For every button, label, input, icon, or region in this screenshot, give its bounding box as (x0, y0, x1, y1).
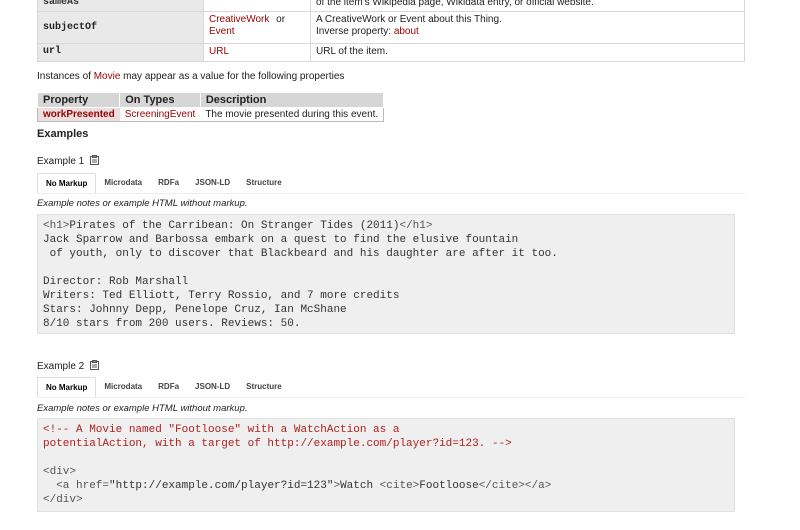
property-cell[interactable]: sameAs (37, 0, 204, 12)
property-link-workpresented[interactable]: workPresented (37, 107, 120, 122)
code-token: Watch (340, 480, 380, 492)
code-token: </a> (524, 480, 552, 492)
property-cell[interactable]: url (37, 43, 204, 62)
tab-no-markup[interactable]: No Markup (37, 173, 97, 193)
example-1-code[interactable]: <h1>Pirates of the Carribean: On Strange… (37, 214, 735, 334)
column-header-on-types: On Types (119, 92, 201, 108)
description-cell: of the item's Wikipedia page, Wikidata e… (310, 0, 745, 12)
tab-microdata[interactable]: Microdata (96, 173, 150, 193)
code-token: <cite> (379, 480, 420, 492)
code-token: "http://example.com/player?id=123" (109, 480, 334, 492)
property-link[interactable]: subjectOf (43, 22, 97, 33)
type-link-screeningevent[interactable]: ScreeningEvent (119, 107, 201, 122)
column-header-property: Property (36, 92, 121, 108)
clipboard-icon[interactable] (90, 155, 100, 165)
or-text: or (276, 14, 286, 25)
description-text: A CreativeWork or Event about this Thing… (316, 14, 502, 25)
property-cell[interactable]: subjectOf (37, 11, 204, 44)
example-1-notes: Example notes or example HTML without ma… (37, 198, 248, 209)
example-1-title: Example 1 (37, 155, 100, 167)
type-link-event[interactable]: Event (209, 26, 235, 37)
thing-properties-table: sameAs of the item's Wikipedia page, Wik… (37, 0, 745, 62)
instances-suffix: may appear as a value for the following … (120, 71, 345, 82)
code-token: <h1> (43, 220, 70, 232)
tab-no-markup[interactable]: No Markup (37, 377, 97, 397)
types-cell: URL (203, 43, 311, 62)
code-token: </div> (43, 494, 83, 506)
property-link[interactable]: sameAs (43, 0, 79, 8)
instances-prefix: Instances of (37, 71, 94, 82)
table-row: workPresented ScreeningEvent The movie p… (37, 107, 384, 122)
inverse-label: Inverse property: (316, 26, 394, 37)
type-link-url[interactable]: URL (209, 46, 229, 57)
example-2-title: Example 2 (37, 360, 100, 372)
types-cell: CreativeWork or Event (203, 11, 311, 44)
code-token: <div> (43, 466, 77, 478)
description-cell: The movie presented during this event. (200, 107, 384, 122)
tab-structure[interactable]: Structure (238, 377, 290, 397)
example-2-code[interactable]: <!-- A Movie named "Footloose" with a Wa… (37, 418, 735, 512)
code-line: Jack Sparrow and Barbossa embark on a qu… (43, 234, 519, 246)
code-comment: potentialAction, with a target of http:/… (43, 438, 512, 450)
code-line: 8/10 stars from 200 users. Reviews: 50. (43, 318, 301, 330)
instances-sentence: Instances of Movie may appear as a value… (37, 71, 344, 82)
property-link[interactable]: url (43, 46, 61, 57)
inverse-link-about[interactable]: about (394, 26, 419, 37)
example-1-tabs: No Markup Microdata RDFa JSON-LD Structu… (37, 173, 745, 194)
table-header-row: Property On Types Description (36, 92, 385, 108)
code-token: Pirates of the Carribean: On Stranger Ti… (69, 220, 400, 232)
types-cell (203, 0, 311, 12)
table-row: subjectOf CreativeWork or Event A Creati… (37, 11, 745, 44)
code-token: </h1> (399, 220, 433, 232)
clipboard-icon[interactable] (90, 360, 100, 370)
value-properties-table: Property On Types Description workPresen… (36, 92, 385, 122)
tab-structure[interactable]: Structure (238, 173, 290, 193)
tab-rdfa[interactable]: RDFa (150, 173, 187, 193)
example-2-notes: Example notes or example HTML without ma… (37, 403, 248, 414)
code-line: Writers: Ted Elliott, Terry Rossio, and … (43, 290, 400, 302)
type-link-creativework[interactable]: CreativeWork (209, 14, 269, 25)
movie-link[interactable]: Movie (94, 71, 121, 82)
tab-rdfa[interactable]: RDFa (150, 377, 187, 397)
tab-microdata[interactable]: Microdata (96, 377, 150, 397)
code-line: Director: Rob Marshall (43, 276, 189, 288)
description-cell: A CreativeWork or Event about this Thing… (310, 11, 745, 44)
description-cell: URL of the item. (310, 43, 745, 62)
example-2-tabs: No Markup Microdata RDFa JSON-LD Structu… (37, 377, 745, 398)
examples-heading: Examples (37, 128, 89, 140)
code-comment: <!-- A Movie named "Footloose" with a Wa… (43, 424, 400, 436)
code-token: </cite> (478, 480, 525, 492)
code-line: Stars: Johnny Depp, Penelope Cruz, Ian M… (43, 304, 347, 316)
code-token: <a href= (43, 480, 110, 492)
tab-json-ld[interactable]: JSON-LD (187, 377, 238, 397)
example-title-text: Example 2 (37, 361, 85, 372)
code-line: of youth, only to discover that Blackbea… (43, 248, 558, 260)
table-row: sameAs of the item's Wikipedia page, Wik… (37, 0, 745, 12)
code-token: Footloose (419, 480, 479, 492)
tab-json-ld[interactable]: JSON-LD (187, 173, 238, 193)
table-row: url URL URL of the item. (37, 43, 745, 62)
example-title-text: Example 1 (37, 156, 85, 167)
column-header-description: Description (199, 92, 385, 108)
